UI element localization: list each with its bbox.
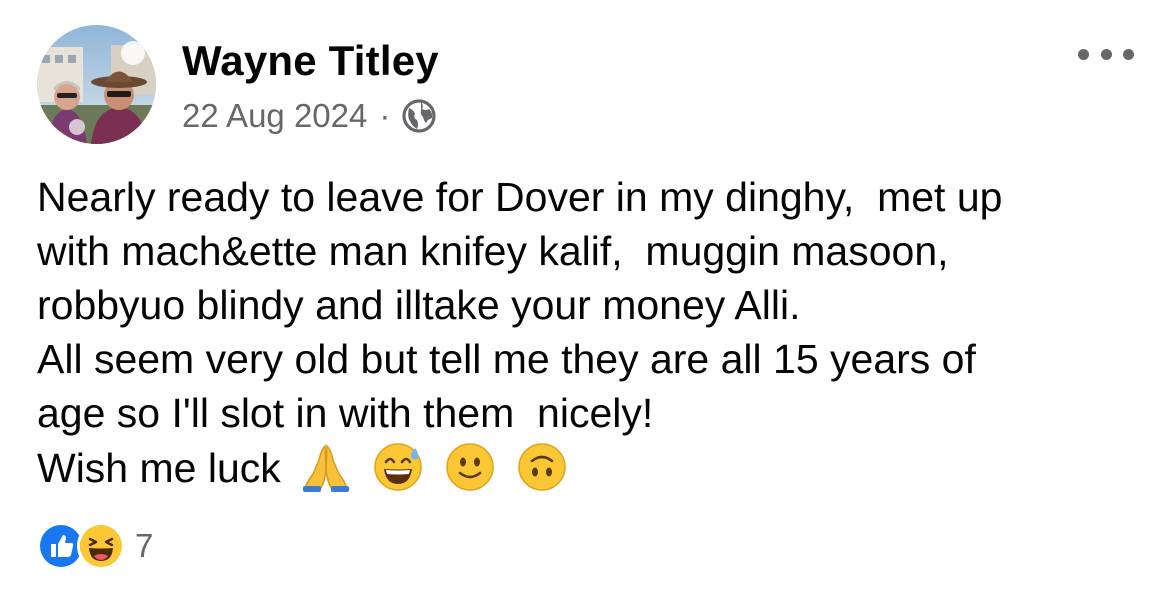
post-text-last-line: Wish me luck (37, 440, 1147, 495)
avatar[interactable] (37, 25, 156, 144)
post-text-line: robbyuo blindy and illtake your money Al… (37, 282, 801, 328)
facebook-post: Wayne Titley 22 Aug 2024 · Nearly ready … (0, 0, 1170, 606)
post-text-line: Wish me luck (37, 445, 281, 491)
post-meta: 22 Aug 2024 · (182, 96, 438, 136)
post-text-line: with mach&ette man knifey kalif, muggin … (37, 228, 949, 274)
more-options-icon[interactable] (1078, 40, 1134, 68)
haha-icon (77, 522, 125, 570)
more-dot (1078, 48, 1089, 60)
post-text-line: All seem very old but tell me they are a… (37, 336, 976, 382)
post-text-line: age so I'll slot in with them nicely! (37, 390, 654, 436)
grinning-sweat-emoji (371, 440, 425, 494)
upside-down-face-emoji (515, 440, 569, 494)
post-text: Nearly ready to leave for Dover in my di… (37, 170, 1147, 495)
more-dot (1100, 48, 1112, 60)
author-name[interactable]: Wayne Titley (182, 36, 439, 86)
reactions-summary[interactable]: 7 (37, 522, 153, 570)
reaction-count: 7 (135, 527, 154, 564)
globe-icon[interactable] (400, 97, 438, 135)
post-date[interactable]: 22 Aug 2024 (182, 97, 367, 135)
folded-hands-emoji (299, 440, 353, 494)
post-text-line: Nearly ready to leave for Dover in my di… (37, 174, 1003, 220)
more-dot (1123, 48, 1134, 60)
slightly-smiling-emoji (443, 440, 497, 494)
meta-separator: · (379, 97, 391, 134)
